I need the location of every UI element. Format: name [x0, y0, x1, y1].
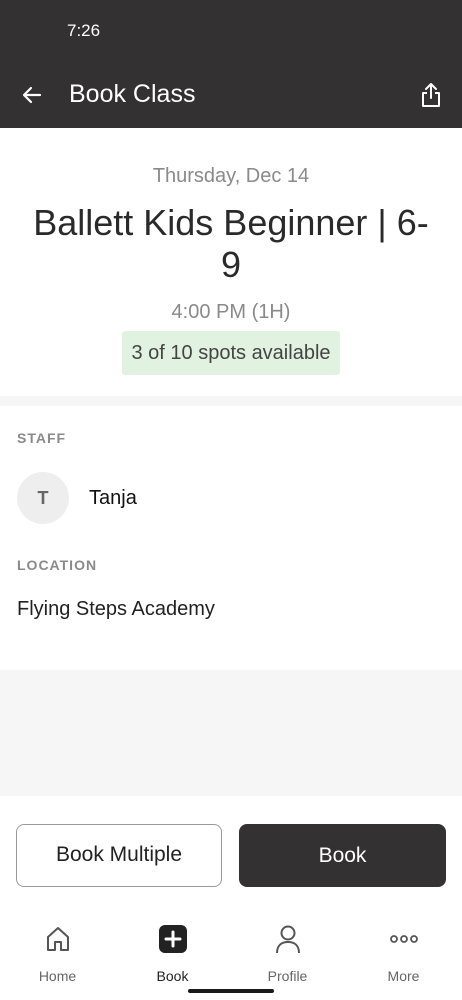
class-summary: Thursday, Dec 14 Ballett Kids Beginner |…: [0, 128, 462, 396]
spots-available-badge: 3 of 10 spots available: [122, 331, 340, 375]
class-date: Thursday, Dec 14: [152, 165, 310, 187]
app-header: Book Class: [0, 62, 462, 128]
status-bar: 7:26: [0, 0, 462, 62]
class-time: 4:00 PM (1H): [171, 301, 291, 323]
share-icon: [422, 83, 440, 107]
location-name[interactable]: Flying Steps Academy: [17, 598, 215, 621]
tab-profile[interactable]: Profile: [230, 924, 345, 986]
class-details: STAFF T Tanja LOCATION Flying Steps Acad…: [0, 406, 462, 670]
class-name: Ballett Kids Beginner | 6-9: [33, 202, 429, 285]
share-button[interactable]: [412, 76, 450, 114]
staff-section-label: STAFF: [17, 430, 67, 446]
tab-label: More: [387, 968, 420, 984]
book-multiple-button[interactable]: Book Multiple: [16, 824, 222, 887]
tab-label: Profile: [267, 968, 308, 984]
back-button[interactable]: [14, 77, 50, 113]
tab-more[interactable]: More: [346, 924, 461, 986]
staff-avatar[interactable]: T: [17, 472, 69, 524]
arrow-left-icon: [22, 86, 42, 104]
page-title: Book Class: [69, 80, 196, 108]
section-divider: [0, 396, 462, 406]
person-icon: [272, 924, 304, 954]
location-section-label: LOCATION: [17, 557, 98, 573]
staff-name[interactable]: Tanja: [89, 487, 137, 510]
more-dots-icon: [388, 924, 420, 954]
tab-label: Book: [156, 968, 189, 984]
plus-square-icon: [157, 924, 189, 954]
home-indicator: [188, 989, 274, 993]
empty-area: [0, 670, 462, 796]
status-time: 7:26: [67, 21, 101, 40]
home-icon: [42, 924, 74, 954]
tab-label: Home: [38, 968, 77, 984]
tab-home[interactable]: Home: [0, 924, 115, 986]
book-button[interactable]: Book: [239, 824, 446, 887]
tab-book[interactable]: Book: [115, 924, 230, 986]
bottom-tab-bar: Home Book Profile More: [0, 912, 462, 1000]
